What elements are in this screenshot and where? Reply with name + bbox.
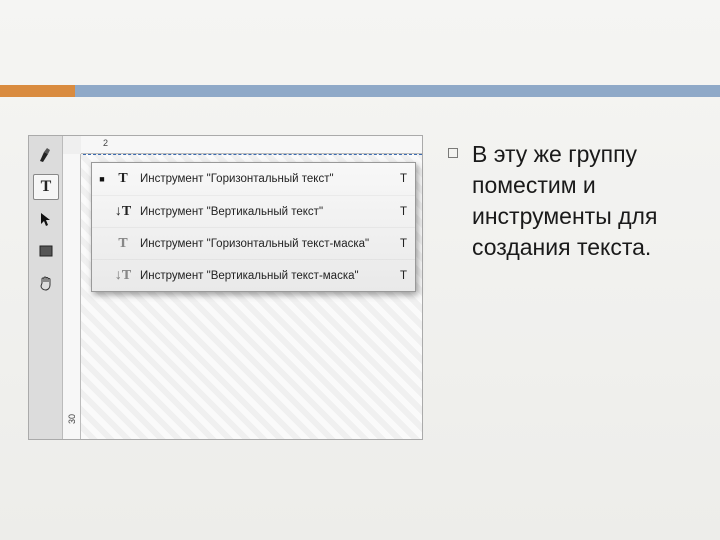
vertical-text-icon: ↓T — [114, 203, 132, 221]
screenshot-frame: T 2 30 — [28, 135, 423, 440]
flyout-shortcut: T — [393, 206, 407, 218]
flyout-item-vertical-text-mask[interactable]: ↓T Инструмент "Вертикальный текст-маска"… — [92, 259, 415, 291]
accent-bar — [0, 85, 720, 97]
shape-tool[interactable] — [33, 238, 59, 264]
path-select-tool[interactable] — [33, 206, 59, 232]
rect-icon — [38, 243, 54, 259]
flyout-shortcut: T — [393, 270, 407, 282]
type-icon: T — [41, 178, 52, 196]
accent-orange — [0, 85, 75, 97]
canvas-inner[interactable]: ■ T Инструмент "Горизонтальный текст" T … — [81, 154, 422, 439]
flyout-shortcut: T — [393, 238, 407, 250]
flyout-item-horizontal-text-mask[interactable]: T Инструмент "Горизонтальный текст-маска… — [92, 227, 415, 259]
horizontal-text-icon: T — [114, 170, 132, 188]
flyout-label: Инструмент "Горизонтальный текст" — [140, 173, 385, 185]
type-tool-flyout: ■ T Инструмент "Горизонтальный текст" T … — [91, 162, 416, 292]
vertical-text-mask-icon: ↓T — [114, 267, 132, 285]
flyout-label: Инструмент "Горизонтальный текст-маска" — [140, 238, 385, 250]
ruler-v-tick: 30 — [67, 414, 77, 424]
ruler-h-tick: 2 — [103, 138, 108, 148]
bullet-item: В эту же группу поместим и инструменты д… — [448, 139, 692, 263]
toolbox-panel: T — [29, 136, 63, 439]
horizontal-text-mask-icon: T — [114, 235, 132, 253]
accent-blue — [75, 85, 720, 97]
type-tool[interactable]: T — [33, 174, 59, 200]
ruler-vertical: 30 — [63, 154, 81, 439]
pen-icon — [37, 146, 55, 164]
hand-tool[interactable] — [33, 270, 59, 296]
pen-tool[interactable] — [33, 142, 59, 168]
flyout-shortcut: T — [393, 173, 407, 185]
ruler-horizontal: 2 — [81, 136, 422, 154]
square-bullet-icon — [448, 148, 458, 158]
hand-icon — [37, 274, 55, 292]
current-marker-icon: ■ — [98, 174, 106, 184]
flyout-label: Инструмент "Вертикальный текст" — [140, 206, 385, 218]
side-text: В эту же группу поместим и инструменты д… — [448, 135, 692, 440]
title-spacer — [0, 0, 720, 85]
content-area: T 2 30 — [0, 97, 720, 440]
arrow-icon — [38, 211, 54, 227]
flyout-item-vertical-text[interactable]: ↓T Инструмент "Вертикальный текст" T — [92, 195, 415, 227]
canvas-area: 2 30 ■ T Инструмент "Горизонтальный текс… — [63, 136, 422, 439]
paragraph-text: В эту же группу поместим и инструменты д… — [472, 139, 692, 263]
flyout-label: Инструмент "Вертикальный текст-маска" — [140, 270, 385, 282]
flyout-item-horizontal-text[interactable]: ■ T Инструмент "Горизонтальный текст" T — [92, 163, 415, 195]
